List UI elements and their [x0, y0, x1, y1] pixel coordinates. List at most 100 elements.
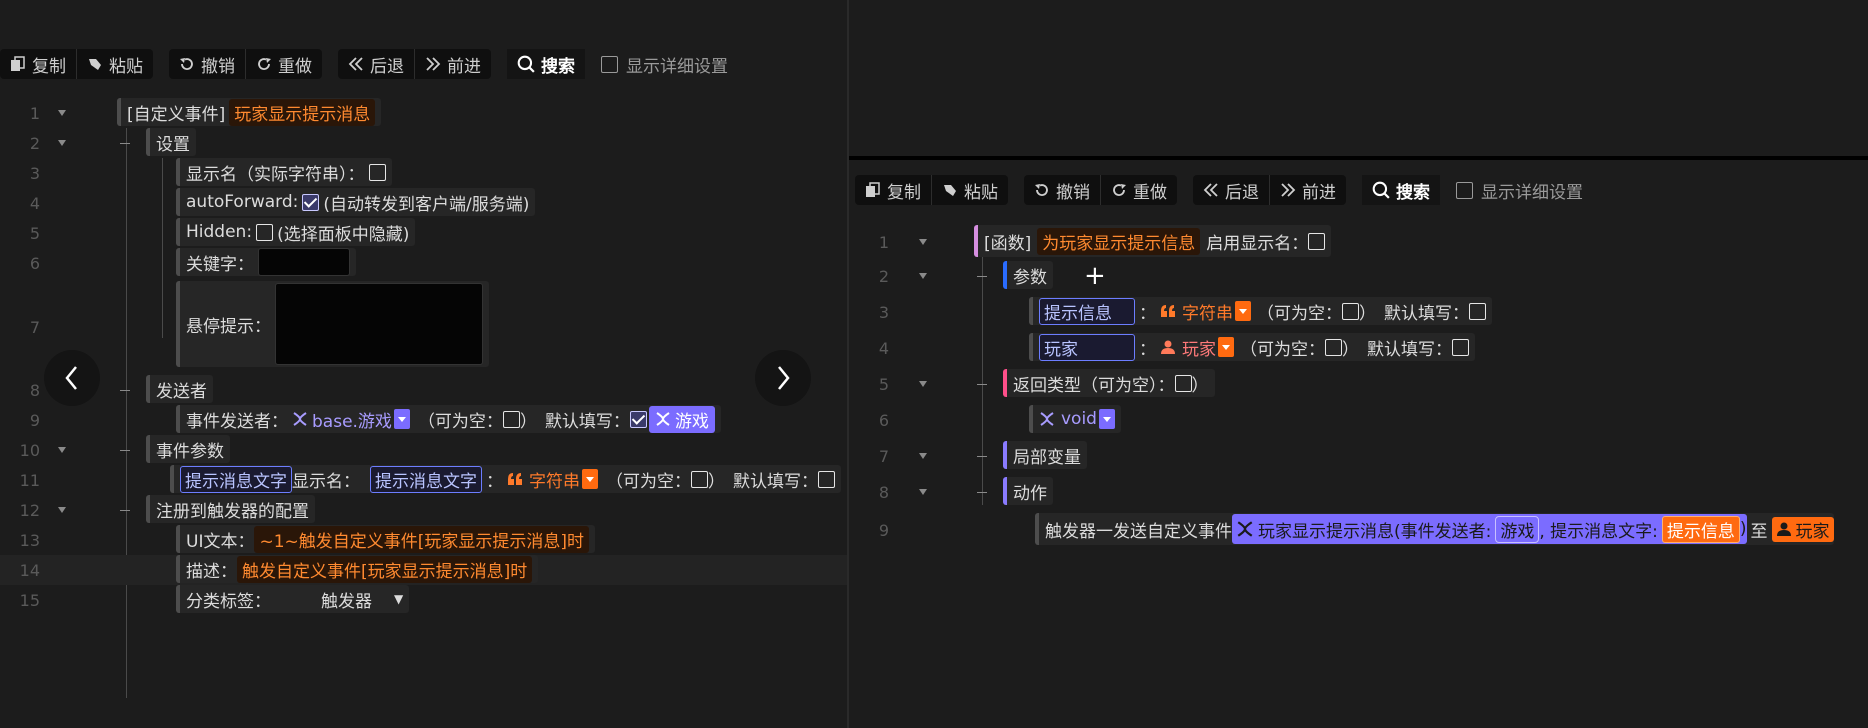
- redo-button[interactable]: 重做: [1100, 175, 1177, 205]
- redo-button[interactable]: 重做: [245, 49, 322, 79]
- forward-button[interactable]: 前进: [1269, 175, 1346, 205]
- collapse-dash[interactable]: [977, 276, 987, 277]
- function-header[interactable]: [函数] 为玩家显示提示信息 启用显示名：: [974, 225, 1332, 257]
- back-button[interactable]: 后退: [338, 49, 414, 79]
- copy-icon: [10, 56, 26, 72]
- sender-arg[interactable]: 游戏: [1495, 515, 1540, 543]
- collapse-dash[interactable]: [977, 456, 987, 457]
- function-name[interactable]: 为玩家显示提示信息: [1037, 227, 1201, 255]
- sender-default-checkbox[interactable]: [629, 410, 647, 428]
- collapse-dash[interactable]: [120, 143, 130, 144]
- collapse-dash[interactable]: [120, 390, 130, 391]
- collapse-dash[interactable]: [977, 384, 987, 385]
- undo-button[interactable]: 撤销: [1024, 175, 1100, 205]
- param-name-input[interactable]: 提示信息: [1039, 297, 1135, 325]
- add-param-button[interactable]: +: [1084, 261, 1106, 291]
- param-name-input[interactable]: 提示消息文字: [180, 465, 292, 493]
- fold-toggle[interactable]: [919, 239, 927, 245]
- display-name-checkbox[interactable]: [368, 163, 386, 181]
- return-type-select[interactable]: void: [1039, 409, 1115, 429]
- sender-type-select[interactable]: base.游戏: [292, 407, 410, 432]
- chevron-down-icon[interactable]: [1098, 409, 1115, 429]
- sender-section[interactable]: 发送者: [146, 375, 213, 403]
- event-header[interactable]: [自定义事件] 玩家显示提示消息: [117, 98, 382, 126]
- fold-toggle[interactable]: [919, 489, 927, 495]
- code-line: 9 触发器一发送自定义事件 玩家显示提示消息(事件发送者: 游戏 , 提示消息文…: [849, 513, 1868, 547]
- code-line: 5 Hidden: (选择面板中隐藏): [0, 218, 847, 248]
- settings-section[interactable]: 设置: [146, 128, 196, 156]
- next-arrow-button[interactable]: [755, 350, 811, 406]
- show-detail-toggle[interactable]: 显示详细设置: [1456, 178, 1583, 203]
- param-nullable-checkbox[interactable]: [1342, 302, 1359, 320]
- search-button[interactable]: 搜索: [1362, 175, 1440, 205]
- user-icon: [1160, 339, 1176, 355]
- collapse-dash[interactable]: [977, 492, 987, 493]
- quote-icon: [1160, 303, 1176, 319]
- fold-toggle[interactable]: [58, 447, 66, 453]
- param-type-select[interactable]: 字符串: [1160, 299, 1251, 324]
- undo-button[interactable]: 撤销: [169, 49, 245, 79]
- caret-down-icon[interactable]: ▼: [394, 592, 403, 606]
- event-call-block[interactable]: 玩家显示提示消息(事件发送者: 游戏 , 提示消息文字: 提示信息 ): [1232, 514, 1747, 544]
- desc-value[interactable]: 触发自定义事件[玩家显示提示消息]时: [237, 555, 533, 583]
- enable-display-checkbox[interactable]: [1308, 232, 1326, 250]
- param-nullable-checkbox[interactable]: [691, 470, 708, 488]
- param-name-input[interactable]: 玩家: [1039, 333, 1135, 361]
- show-detail-toggle[interactable]: 显示详细设置: [601, 52, 728, 77]
- return-type-value: void: [1029, 405, 1121, 433]
- ui-text-value[interactable]: ~1~触发自定义事件[玩家显示提示消息]时: [254, 525, 590, 553]
- prev-arrow-button[interactable]: [44, 350, 100, 406]
- actions-section[interactable]: 动作: [1003, 477, 1053, 505]
- fold-toggle[interactable]: [58, 110, 66, 116]
- code-line: 15 分类标签： 触发器 ▼: [0, 585, 847, 615]
- paste-button[interactable]: 粘贴: [76, 49, 153, 79]
- collapse-dash[interactable]: [120, 510, 130, 511]
- tooltip-textarea[interactable]: [275, 283, 483, 365]
- params-section[interactable]: 参数: [1003, 261, 1053, 289]
- param-nullable-checkbox[interactable]: [1325, 338, 1342, 356]
- back-button[interactable]: 后退: [1193, 175, 1269, 205]
- register-section[interactable]: 注册到触发器的配置: [146, 495, 315, 523]
- chevron-down-icon[interactable]: [1218, 337, 1234, 357]
- clipboard-group: 复制 粘贴: [855, 175, 1008, 205]
- action-send-event[interactable]: 触发器一发送自定义事件 玩家显示提示消息(事件发送者: 游戏 , 提示消息文字:…: [1035, 513, 1834, 545]
- search-button[interactable]: 搜索: [507, 49, 585, 79]
- param-type-select[interactable]: 字符串: [507, 467, 598, 492]
- fold-toggle[interactable]: [58, 140, 66, 146]
- param-row: 玩家 ： 玩家 （可为空： ） 默认填写：: [1029, 333, 1475, 361]
- copy-icon: [865, 182, 881, 198]
- param-display-input[interactable]: 提示消息文字: [370, 465, 482, 493]
- param-default-checkbox[interactable]: [1469, 302, 1486, 320]
- copy-button[interactable]: 复制: [855, 175, 931, 205]
- param-default-checkbox[interactable]: [1452, 338, 1469, 356]
- target-player[interactable]: 玩家: [1771, 516, 1834, 542]
- sender-default-value[interactable]: 游戏: [648, 405, 715, 433]
- return-type-section[interactable]: 返回类型（可为空）： ）: [1003, 369, 1215, 397]
- paste-button[interactable]: 粘贴: [931, 175, 1008, 205]
- fold-toggle[interactable]: [58, 507, 66, 513]
- param-default-checkbox[interactable]: [818, 470, 835, 488]
- chevron-down-icon[interactable]: [582, 469, 598, 489]
- event-name[interactable]: 玩家显示提示消息: [229, 98, 376, 126]
- hidden-checkbox[interactable]: [256, 223, 274, 241]
- locals-section[interactable]: 局部变量: [1003, 441, 1087, 469]
- fold-toggle[interactable]: [919, 381, 927, 387]
- keyword-input[interactable]: [258, 248, 350, 276]
- param-type-select[interactable]: 玩家: [1160, 335, 1234, 360]
- message-arg[interactable]: 提示信息: [1661, 515, 1740, 543]
- return-nullable-checkbox[interactable]: [1174, 374, 1192, 392]
- copy-button[interactable]: 复制: [0, 49, 76, 79]
- collapse-dash[interactable]: [120, 450, 130, 451]
- fold-toggle[interactable]: [919, 453, 927, 459]
- chevron-down-icon[interactable]: [393, 409, 410, 429]
- autoforward-checkbox[interactable]: [302, 193, 320, 211]
- chevron-down-icon[interactable]: [1235, 301, 1251, 321]
- category-select[interactable]: 触发器: [321, 587, 372, 612]
- fold-toggle[interactable]: [919, 273, 927, 279]
- params-section[interactable]: 事件参数: [146, 435, 230, 463]
- detail-checkbox[interactable]: [1456, 181, 1473, 199]
- detail-checkbox[interactable]: [601, 55, 618, 73]
- double-chevron-right-icon: [425, 56, 441, 72]
- sender-nullable-checkbox[interactable]: [502, 410, 520, 428]
- forward-button[interactable]: 前进: [414, 49, 491, 79]
